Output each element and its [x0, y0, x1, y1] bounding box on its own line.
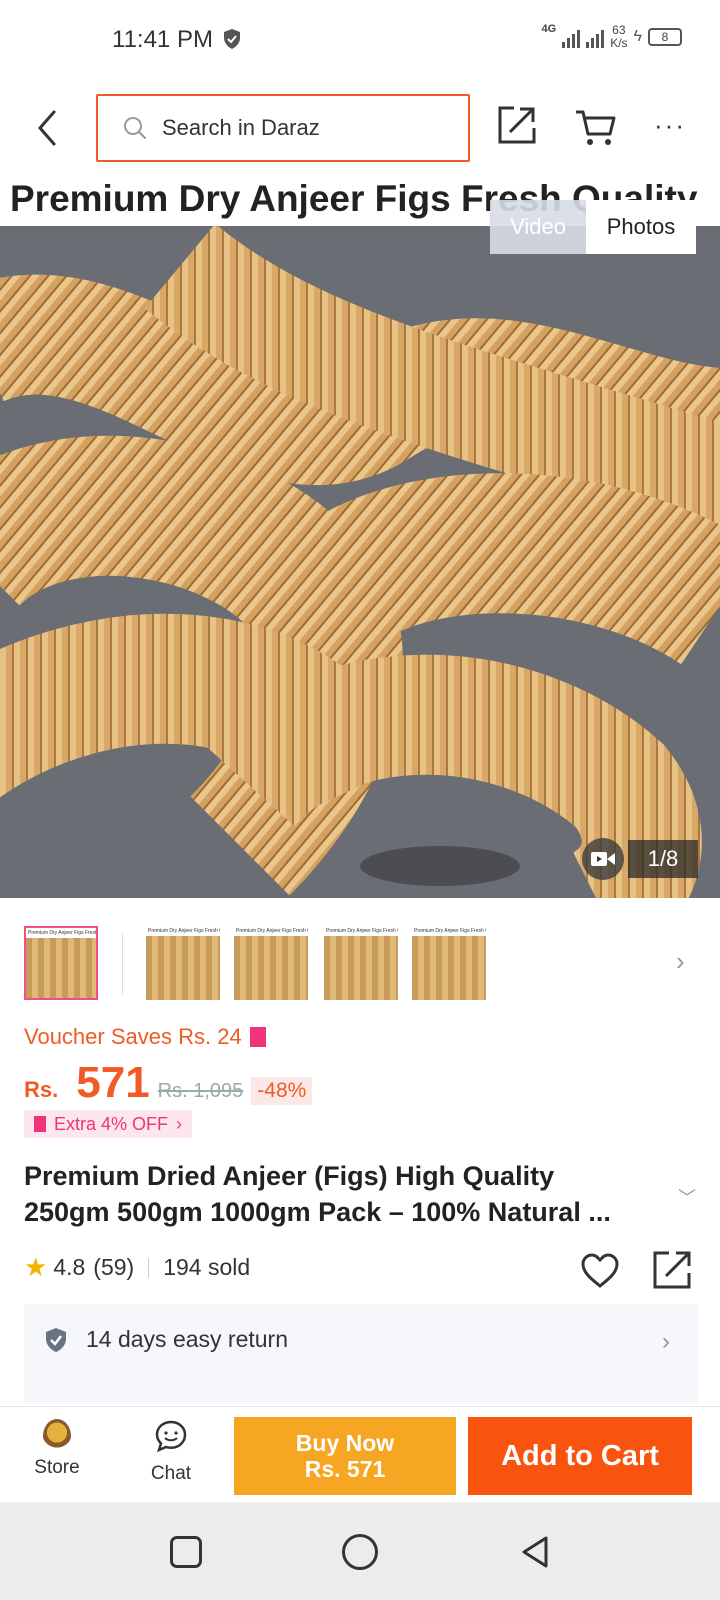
- thumbnail-4[interactable]: Premium Dry Anjeer Figs Fresh Quality: [324, 926, 398, 1000]
- voucher-text: Voucher Saves Rs. 24: [24, 1024, 242, 1049]
- home-button[interactable]: [342, 1534, 378, 1570]
- rating-row[interactable]: ★ 4.8 (59) 194 sold: [24, 1252, 250, 1283]
- chevron-right-icon: ›: [176, 1113, 183, 1134]
- cart-icon[interactable]: [574, 106, 618, 148]
- price-row: Rs. 571 Rs. 1,095 -48%: [24, 1058, 313, 1108]
- rating-score: 4.8: [53, 1254, 86, 1280]
- video-camera-icon[interactable]: [582, 838, 624, 880]
- voucher-icon: [249, 1027, 266, 1047]
- chat-label: Chat: [150, 1463, 192, 1484]
- rating-count: (59): [93, 1254, 135, 1280]
- thumbnail-caption: Premium Dry Anjeer Figs Fresh Quality: [28, 930, 96, 936]
- network-speed: 63 K/s: [610, 24, 627, 50]
- heart-icon[interactable]: [580, 1252, 620, 1290]
- recents-button[interactable]: [170, 1536, 202, 1568]
- return-policy-row[interactable]: 14 days easy return: [44, 1326, 288, 1353]
- network-type: 4G: [541, 23, 557, 35]
- thumbnail-2[interactable]: Premium Dry Anjeer Figs Fresh Quality: [146, 926, 220, 1000]
- store-label: Store: [34, 1457, 80, 1478]
- extra-offer-chip[interactable]: Extra 4% OFF ›: [24, 1110, 193, 1138]
- extra-offer-text: Extra 4% OFF: [54, 1113, 169, 1134]
- thumbnail-caption: Premium Dry Anjeer Figs Fresh Quality: [148, 928, 220, 934]
- image-counter: 1/8: [628, 840, 698, 878]
- search-input[interactable]: Search in Daraz: [96, 94, 470, 162]
- battery-icon: 8: [648, 28, 682, 46]
- buy-now-label: Buy Now: [295, 1430, 395, 1456]
- thumbnail-strip: Premium Dry Anjeer Figs Fresh Quality Pr…: [0, 898, 720, 1016]
- divider: [148, 1257, 150, 1278]
- voucher-savings[interactable]: Voucher Saves Rs. 24: [24, 1024, 266, 1050]
- signal-icon: [562, 26, 581, 48]
- shield-icon: [224, 29, 240, 49]
- system-nav-bar: [0, 1502, 720, 1600]
- thumbnail-1[interactable]: Premium Dry Anjeer Figs Fresh Quality: [24, 926, 98, 1000]
- chevron-down-icon[interactable]: ﹀: [678, 1184, 696, 1210]
- thumbnail-caption: Premium Dry Anjeer Figs Fresh Quality: [326, 928, 398, 934]
- store-logo: [43, 1419, 71, 1453]
- status-bar: 11:41 PM 4G 63 K/s ϟ 8: [0, 0, 720, 80]
- thumbnail-3[interactable]: Premium Dry Anjeer Figs Fresh Quality: [234, 926, 308, 1000]
- star-icon: ★: [24, 1252, 48, 1282]
- search-icon: [124, 117, 146, 139]
- share-icon[interactable]: [652, 1250, 692, 1290]
- chevron-right-icon[interactable]: ›: [676, 946, 685, 977]
- more-options-icon[interactable]: ···: [654, 104, 686, 146]
- currency: Rs.: [24, 1077, 59, 1102]
- media-toggle: Video Photos: [490, 200, 696, 254]
- back-triangle-icon[interactable]: [518, 1534, 552, 1570]
- current-price: 571: [76, 1058, 150, 1107]
- thumbnail-divider: [122, 934, 123, 994]
- thumbnail-caption: Premium Dry Anjeer Figs Fresh Quality: [414, 928, 486, 934]
- search-placeholder: Search in Daraz: [162, 115, 320, 140]
- charging-icon: ϟ: [633, 28, 642, 45]
- sold-count: 194 sold: [163, 1254, 251, 1280]
- product-image-gallery[interactable]: Premium Dry Anjeer Figs Fresh Quality Vi…: [0, 176, 720, 898]
- return-text: 14 days easy return: [86, 1326, 289, 1352]
- header: Search in Daraz ···: [0, 80, 720, 176]
- bottom-action-bar: Store Chat Buy Now Rs. 571 Add to Cart: [0, 1406, 720, 1502]
- speed-unit: K/s: [610, 36, 628, 50]
- thumbnail-caption: Premium Dry Anjeer Figs Fresh Quality: [236, 928, 308, 934]
- back-icon[interactable]: [30, 106, 66, 150]
- chat-icon: [155, 1420, 187, 1453]
- services-box[interactable]: 14 days easy return ›: [24, 1304, 698, 1404]
- store-button[interactable]: Store: [20, 1413, 94, 1479]
- buy-now-button[interactable]: Buy Now Rs. 571: [234, 1417, 456, 1495]
- share-icon[interactable]: [496, 104, 538, 146]
- status-time: 11:41 PM: [112, 26, 213, 53]
- chat-button[interactable]: Chat: [134, 1413, 208, 1485]
- voucher-icon: [34, 1116, 46, 1132]
- tab-video[interactable]: Video: [490, 200, 586, 254]
- discount-badge: -48%: [251, 1077, 313, 1105]
- product-title-line2: 250gm 500gm 1000gm Pack – 100% Natural .…: [24, 1197, 611, 1227]
- signal-icon-2: [586, 26, 605, 48]
- shield-check-icon: [46, 1327, 66, 1352]
- product-title: Premium Dried Anjeer (Figs) High Quality…: [24, 1158, 664, 1230]
- tab-photos[interactable]: Photos: [586, 200, 696, 254]
- chevron-right-icon: ›: [662, 1328, 670, 1355]
- product-photo: [0, 226, 720, 898]
- product-title-line1: Premium Dried Anjeer (Figs) High Quality: [24, 1161, 555, 1191]
- buy-now-price: Rs. 571: [304, 1456, 386, 1482]
- status-indicators: 4G 63 K/s ϟ 8: [541, 23, 682, 50]
- thumbnail-5[interactable]: Premium Dry Anjeer Figs Fresh Quality: [412, 926, 486, 1000]
- add-to-cart-button[interactable]: Add to Cart: [468, 1417, 692, 1495]
- original-price: Rs. 1,095: [157, 1080, 244, 1102]
